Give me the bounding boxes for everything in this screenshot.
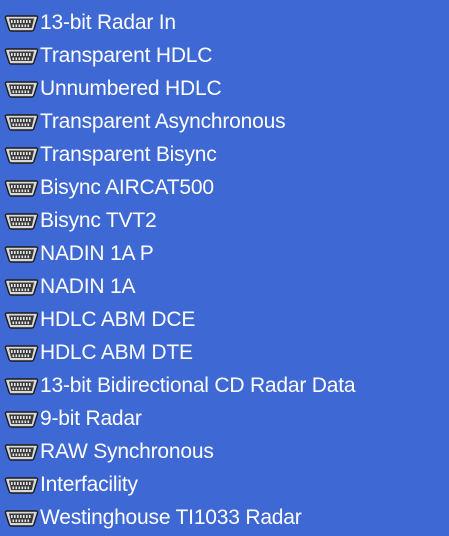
list-item-label: Westinghouse TI1033 Radar: [40, 506, 302, 529]
connector-icon: [4, 145, 39, 165]
list-item[interactable]: Interfacility: [0, 468, 449, 501]
list-item[interactable]: Bisync AIRCAT500: [0, 171, 449, 204]
list-item[interactable]: Transparent HDLC: [0, 39, 449, 72]
list-item-label: Interfacility: [40, 473, 138, 496]
list-item-label: 9-bit Radar: [40, 407, 142, 430]
list-item[interactable]: Bisync TVT2: [0, 204, 449, 237]
list-item[interactable]: NADIN 1A: [0, 270, 449, 303]
connector-icon: [4, 508, 39, 528]
connector-icon: [4, 46, 39, 66]
list-item[interactable]: Transparent Bisync: [0, 138, 449, 171]
connector-icon: [4, 13, 39, 33]
connector-icon: [4, 310, 39, 330]
connector-icon: [4, 211, 39, 231]
list-item[interactable]: RAW Synchronous: [0, 435, 449, 468]
connector-icon: [4, 178, 39, 198]
list-item-label: Transparent Asynchronous: [40, 110, 286, 133]
list-item-label: NADIN 1A P: [40, 242, 154, 265]
connector-icon: [4, 376, 39, 396]
list-item-label: RAW Synchronous: [40, 440, 214, 463]
connector-icon: [4, 112, 39, 132]
list-item[interactable]: Unnumbered HDLC: [0, 72, 449, 105]
list-item-label: HDLC ABM DCE: [40, 308, 196, 331]
list-item[interactable]: HDLC ABM DTE: [0, 336, 449, 369]
list-item-label: 13-bit Radar In: [40, 11, 176, 34]
list-item-label: NADIN 1A: [40, 275, 136, 298]
connector-icon: [4, 277, 39, 297]
list-item[interactable]: 13-bit Bidirectional CD Radar Data: [0, 369, 449, 402]
list-item-label: 13-bit Bidirectional CD Radar Data: [40, 374, 356, 397]
list-item-label: Bisync AIRCAT500: [40, 176, 214, 199]
list-item[interactable]: 9-bit Radar: [0, 402, 449, 435]
connector-icon: [4, 244, 39, 264]
connector-icon: [4, 409, 39, 429]
list-item[interactable]: NADIN 1A P: [0, 237, 449, 270]
list-item[interactable]: 13-bit Radar In: [0, 6, 449, 39]
list-item[interactable]: HDLC ABM DCE: [0, 303, 449, 336]
list-item-label: HDLC ABM DTE: [40, 341, 193, 364]
list-item[interactable]: Westinghouse TI1033 Radar: [0, 501, 449, 534]
list-item-label: Bisync TVT2: [40, 209, 157, 232]
list-item[interactable]: Transparent Asynchronous: [0, 105, 449, 138]
list-item-label: Transparent HDLC: [40, 44, 213, 67]
connector-icon: [4, 343, 39, 363]
connector-icon: [4, 475, 39, 495]
list-item-label: Transparent Bisync: [40, 143, 217, 166]
connector-icon: [4, 79, 39, 99]
protocol-list[interactable]: 13-bit Radar In Transparent HDLC Unnumbe…: [0, 0, 449, 536]
connector-icon: [4, 442, 39, 462]
list-item-label: Unnumbered HDLC: [40, 77, 222, 100]
